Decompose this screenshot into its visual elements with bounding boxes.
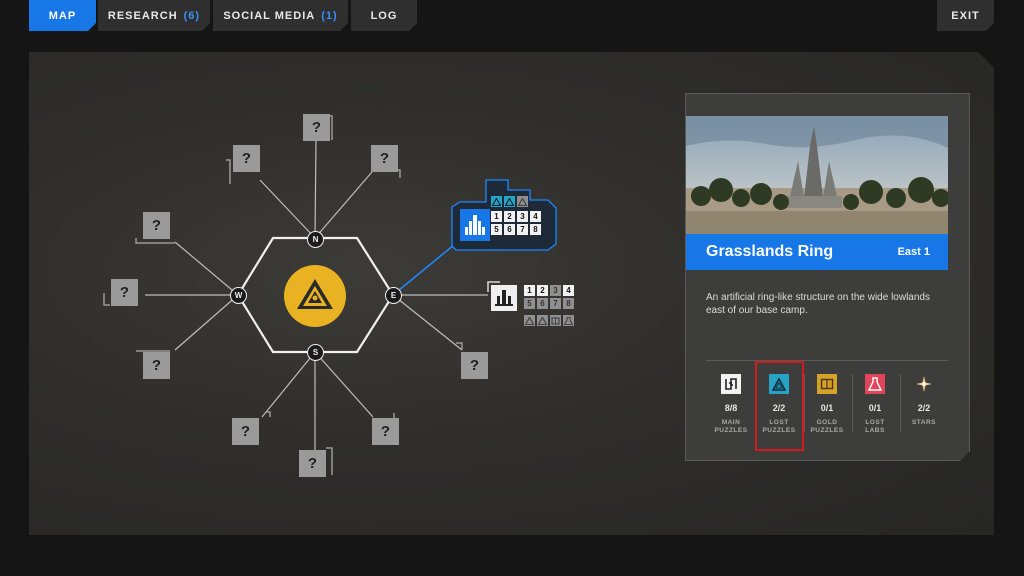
location-title: Grasslands Ring (706, 243, 834, 260)
puzzle-cell[interactable]: 5 (524, 298, 535, 309)
book-icon (550, 315, 561, 326)
puzzle-cell[interactable]: 1 (524, 285, 535, 296)
east-2-lost-puzzle-row (524, 315, 574, 326)
puzzle-cell[interactable]: 7 (550, 298, 561, 309)
puzzle-cell[interactable]: 4 (563, 285, 574, 296)
lab-flask-icon (865, 374, 885, 394)
stat-stars: 2/2 STARS (900, 374, 948, 427)
location-info-card: Grasslands Ring East 1 An artificial rin… (685, 93, 970, 461)
star-icon (914, 374, 934, 394)
stat-label: MAIN PUZZLES (714, 419, 748, 434)
puzzle-cell[interactable]: 3 (550, 285, 561, 296)
puzzle-cell[interactable]: 6 (537, 298, 548, 309)
east-2-puzzle-grid: 1 2 3 4 5 6 7 8 (524, 285, 574, 309)
stat-gold-puzzles: 0/1 GOLD PUZZLES (803, 374, 851, 435)
lost-puzzle-icon (524, 315, 535, 326)
stat-value: 0/1 (868, 403, 882, 413)
lost-puzzle-icon (537, 315, 548, 326)
stat-value: 2/2 (917, 403, 931, 413)
location-description: An artificial ring-like structure on the… (706, 292, 930, 316)
stat-label: LOST LABS (865, 419, 885, 434)
location-title-bar: Grasslands Ring East 1 (686, 234, 948, 270)
main-puzzle-icon (721, 374, 741, 394)
flask-icon (563, 315, 574, 326)
lost-puzzles-highlight (755, 361, 804, 451)
stat-value: 0/1 (820, 403, 834, 413)
stat-label: GOLD PUZZLES (810, 419, 844, 434)
puzzle-cell[interactable]: 8 (563, 298, 574, 309)
stats-divider (706, 360, 948, 361)
stat-lost-labs: 0/1 LOST LABS (851, 374, 899, 435)
gold-puzzle-icon (817, 374, 837, 394)
stat-main-puzzles: 8/8 MAIN PUZZLES (707, 374, 755, 435)
puzzle-cell[interactable]: 2 (537, 285, 548, 296)
location-photo (686, 116, 948, 234)
stat-value: 8/8 (724, 403, 738, 413)
location-region: East 1 (897, 246, 930, 258)
stat-label: STARS (911, 419, 937, 426)
castle-icon[interactable] (491, 285, 517, 311)
